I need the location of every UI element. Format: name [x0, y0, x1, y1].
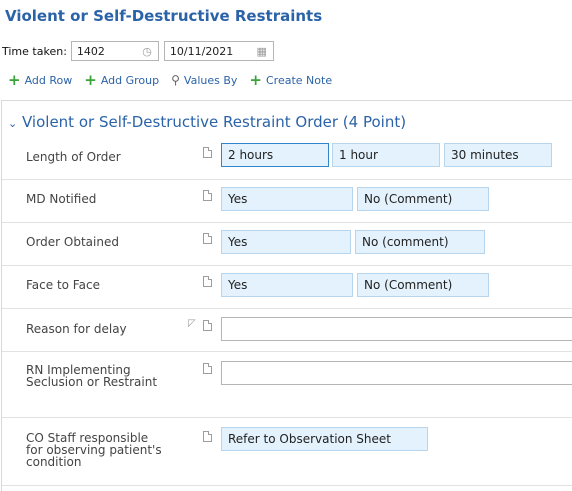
row-label: CO Staff responsible for observing patie…	[26, 431, 162, 469]
plus-icon: +	[249, 70, 262, 89]
create-note-button[interactable]: + Create Note	[249, 70, 333, 89]
create-note-label: Create Note	[266, 73, 333, 87]
section-title: Violent or Self-Destructive Restraint Or…	[22, 113, 407, 131]
option-button[interactable]: Yes	[221, 230, 351, 254]
document-icon[interactable]	[203, 363, 212, 374]
document-icon[interactable]	[203, 190, 212, 201]
time-taken-bar: Time taken: 1402 ◷ 10/11/2021 ▦	[2, 40, 274, 62]
document-icon[interactable]	[203, 233, 212, 244]
rn-implementing-input[interactable]	[221, 361, 572, 385]
plus-icon: +	[8, 70, 21, 89]
document-icon[interactable]	[203, 431, 212, 442]
option-button[interactable]: 30 minutes	[444, 143, 552, 167]
option-button[interactable]: Refer to Observation Sheet	[221, 427, 428, 451]
option-button[interactable]: 2 hours	[221, 143, 329, 167]
row-label: Reason for delay	[26, 322, 127, 336]
add-group-button[interactable]: + Add Group	[84, 70, 160, 89]
row-label: Length of Order	[26, 150, 121, 164]
row-md-notified: MD Notified Yes No (Comment)	[2, 179, 572, 223]
option-button[interactable]: No (comment)	[355, 230, 485, 254]
option-button[interactable]: No (Comment)	[357, 187, 489, 211]
values-by-button[interactable]: ⚲ Values By	[171, 73, 237, 87]
row-face-to-face: Face to Face Yes No (Comment)	[2, 265, 572, 309]
option-button[interactable]: Yes	[221, 273, 353, 297]
row-label: RN Implementing Seclusion or Restraint	[26, 363, 158, 389]
row-reason-for-delay: Reason for delay ◸	[2, 308, 572, 352]
row-co-staff: CO Staff responsible for observing patie…	[2, 417, 572, 486]
document-icon[interactable]	[203, 320, 212, 331]
triangle-flag-icon: ◸	[188, 318, 196, 329]
time-value: 1402	[76, 44, 105, 58]
time-taken-label: Time taken:	[2, 44, 67, 58]
option-button[interactable]: 1 hour	[332, 143, 440, 167]
row-label: Order Obtained	[26, 235, 119, 249]
row-length-of-order: Length of Order 2 hours 1 hour 30 minute…	[2, 139, 572, 180]
row-label: MD Notified	[26, 192, 97, 206]
plus-icon: +	[84, 70, 97, 89]
row-rn-implementing: RN Implementing Seclusion or Restraint	[2, 351, 572, 418]
toolbar: + Add Row + Add Group ⚲ Values By + Crea…	[8, 70, 344, 89]
document-icon[interactable]	[203, 276, 212, 287]
reason-for-delay-input[interactable]	[221, 317, 572, 341]
option-button[interactable]: Yes	[221, 187, 353, 211]
document-icon[interactable]	[203, 147, 212, 158]
clock-icon[interactable]: ◷	[142, 45, 152, 58]
person-icon: ⚲	[171, 73, 180, 87]
row-order-obtained: Order Obtained Yes No (comment)	[2, 222, 572, 266]
calendar-icon[interactable]: ▦	[257, 45, 267, 58]
flowsheet-panel: ⌄ Violent or Self-Destructive Restraint …	[1, 100, 572, 491]
time-input[interactable]: 1402 ◷	[70, 41, 159, 61]
option-button[interactable]: No (Comment)	[357, 273, 489, 297]
date-input[interactable]: 10/11/2021 ▦	[163, 41, 274, 61]
page-title: Violent or Self-Destructive Restraints	[5, 7, 323, 25]
section-header[interactable]: ⌄ Violent or Self-Destructive Restraint …	[8, 113, 406, 131]
row-label: Face to Face	[26, 278, 100, 292]
add-group-label: Add Group	[100, 73, 160, 87]
add-row-label: Add Row	[24, 73, 73, 87]
values-by-label: Values By	[183, 73, 238, 87]
chevron-down-icon[interactable]: ⌄	[8, 117, 17, 130]
date-value: 10/11/2021	[169, 44, 234, 58]
add-row-button[interactable]: + Add Row	[8, 70, 73, 89]
